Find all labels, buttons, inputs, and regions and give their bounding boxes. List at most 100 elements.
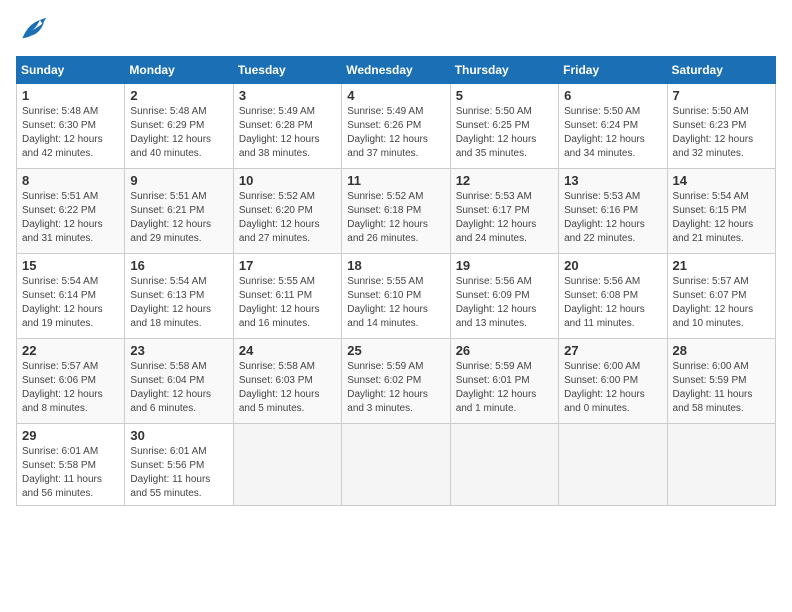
day-detail: Sunrise: 5:49 AMSunset: 6:28 PMDaylight:… — [239, 105, 336, 161]
calendar-cell: 2 Sunrise: 5:48 AMSunset: 6:29 PMDayligh… — [125, 84, 233, 169]
page-header — [16, 16, 776, 44]
calendar-cell: 30 Sunrise: 6:01 AMSunset: 5:56 PMDaylig… — [125, 424, 233, 506]
week-row-3: 15 Sunrise: 5:54 AMSunset: 6:14 PMDaylig… — [17, 254, 776, 339]
day-detail: Sunrise: 5:54 AMSunset: 6:15 PMDaylight:… — [673, 190, 770, 246]
day-number: 27 — [564, 343, 661, 358]
day-detail: Sunrise: 5:58 AMSunset: 6:03 PMDaylight:… — [239, 360, 336, 416]
day-detail: Sunrise: 5:59 AMSunset: 6:02 PMDaylight:… — [347, 360, 444, 416]
calendar-cell: 9 Sunrise: 5:51 AMSunset: 6:21 PMDayligh… — [125, 169, 233, 254]
calendar-cell: 18 Sunrise: 5:55 AMSunset: 6:10 PMDaylig… — [342, 254, 450, 339]
day-detail: Sunrise: 5:57 AMSunset: 6:07 PMDaylight:… — [673, 275, 770, 331]
calendar-cell: 27 Sunrise: 6:00 AMSunset: 6:00 PMDaylig… — [559, 339, 667, 424]
weekday-header-sunday: Sunday — [17, 57, 125, 84]
day-number: 30 — [130, 428, 227, 443]
day-number: 23 — [130, 343, 227, 358]
calendar-cell — [667, 424, 775, 506]
calendar-cell: 21 Sunrise: 5:57 AMSunset: 6:07 PMDaylig… — [667, 254, 775, 339]
week-row-1: 1 Sunrise: 5:48 AMSunset: 6:30 PMDayligh… — [17, 84, 776, 169]
day-detail: Sunrise: 5:49 AMSunset: 6:26 PMDaylight:… — [347, 105, 444, 161]
day-number: 22 — [22, 343, 119, 358]
calendar-cell: 25 Sunrise: 5:59 AMSunset: 6:02 PMDaylig… — [342, 339, 450, 424]
weekday-header-friday: Friday — [559, 57, 667, 84]
weekday-header-tuesday: Tuesday — [233, 57, 341, 84]
calendar-cell: 12 Sunrise: 5:53 AMSunset: 6:17 PMDaylig… — [450, 169, 558, 254]
calendar-cell: 7 Sunrise: 5:50 AMSunset: 6:23 PMDayligh… — [667, 84, 775, 169]
day-number: 2 — [130, 88, 227, 103]
day-detail: Sunrise: 5:59 AMSunset: 6:01 PMDaylight:… — [456, 360, 553, 416]
calendar-cell: 23 Sunrise: 5:58 AMSunset: 6:04 PMDaylig… — [125, 339, 233, 424]
calendar-cell: 24 Sunrise: 5:58 AMSunset: 6:03 PMDaylig… — [233, 339, 341, 424]
weekday-header-saturday: Saturday — [667, 57, 775, 84]
day-number: 18 — [347, 258, 444, 273]
day-detail: Sunrise: 5:50 AMSunset: 6:23 PMDaylight:… — [673, 105, 770, 161]
day-number: 7 — [673, 88, 770, 103]
day-number: 29 — [22, 428, 119, 443]
day-detail: Sunrise: 5:58 AMSunset: 6:04 PMDaylight:… — [130, 360, 227, 416]
weekday-header-monday: Monday — [125, 57, 233, 84]
calendar-cell: 3 Sunrise: 5:49 AMSunset: 6:28 PMDayligh… — [233, 84, 341, 169]
day-number: 12 — [456, 173, 553, 188]
day-number: 26 — [456, 343, 553, 358]
day-number: 19 — [456, 258, 553, 273]
day-detail: Sunrise: 5:57 AMSunset: 6:06 PMDaylight:… — [22, 360, 119, 416]
day-detail: Sunrise: 5:54 AMSunset: 6:14 PMDaylight:… — [22, 275, 119, 331]
day-number: 16 — [130, 258, 227, 273]
calendar-cell: 10 Sunrise: 5:52 AMSunset: 6:20 PMDaylig… — [233, 169, 341, 254]
calendar-cell: 8 Sunrise: 5:51 AMSunset: 6:22 PMDayligh… — [17, 169, 125, 254]
day-number: 1 — [22, 88, 119, 103]
calendar-cell: 17 Sunrise: 5:55 AMSunset: 6:11 PMDaylig… — [233, 254, 341, 339]
weekday-header-thursday: Thursday — [450, 57, 558, 84]
logo-icon — [16, 16, 48, 44]
day-number: 9 — [130, 173, 227, 188]
day-number: 14 — [673, 173, 770, 188]
calendar-cell: 5 Sunrise: 5:50 AMSunset: 6:25 PMDayligh… — [450, 84, 558, 169]
day-detail: Sunrise: 5:52 AMSunset: 6:20 PMDaylight:… — [239, 190, 336, 246]
day-number: 15 — [22, 258, 119, 273]
week-row-4: 22 Sunrise: 5:57 AMSunset: 6:06 PMDaylig… — [17, 339, 776, 424]
calendar-cell — [342, 424, 450, 506]
day-number: 10 — [239, 173, 336, 188]
day-number: 17 — [239, 258, 336, 273]
week-row-2: 8 Sunrise: 5:51 AMSunset: 6:22 PMDayligh… — [17, 169, 776, 254]
calendar-cell — [559, 424, 667, 506]
day-number: 5 — [456, 88, 553, 103]
calendar-cell: 14 Sunrise: 5:54 AMSunset: 6:15 PMDaylig… — [667, 169, 775, 254]
day-number: 3 — [239, 88, 336, 103]
calendar-cell — [233, 424, 341, 506]
calendar-cell: 4 Sunrise: 5:49 AMSunset: 6:26 PMDayligh… — [342, 84, 450, 169]
day-detail: Sunrise: 6:01 AMSunset: 5:56 PMDaylight:… — [130, 445, 227, 501]
day-detail: Sunrise: 5:51 AMSunset: 6:21 PMDaylight:… — [130, 190, 227, 246]
calendar-cell: 6 Sunrise: 5:50 AMSunset: 6:24 PMDayligh… — [559, 84, 667, 169]
day-number: 28 — [673, 343, 770, 358]
calendar-cell: 29 Sunrise: 6:01 AMSunset: 5:58 PMDaylig… — [17, 424, 125, 506]
calendar-cell: 19 Sunrise: 5:56 AMSunset: 6:09 PMDaylig… — [450, 254, 558, 339]
day-detail: Sunrise: 5:55 AMSunset: 6:11 PMDaylight:… — [239, 275, 336, 331]
day-detail: Sunrise: 5:53 AMSunset: 6:16 PMDaylight:… — [564, 190, 661, 246]
calendar-cell: 26 Sunrise: 5:59 AMSunset: 6:01 PMDaylig… — [450, 339, 558, 424]
day-detail: Sunrise: 5:50 AMSunset: 6:25 PMDaylight:… — [456, 105, 553, 161]
calendar-cell: 1 Sunrise: 5:48 AMSunset: 6:30 PMDayligh… — [17, 84, 125, 169]
calendar-cell: 20 Sunrise: 5:56 AMSunset: 6:08 PMDaylig… — [559, 254, 667, 339]
day-number: 4 — [347, 88, 444, 103]
calendar-cell: 28 Sunrise: 6:00 AMSunset: 5:59 PMDaylig… — [667, 339, 775, 424]
day-detail: Sunrise: 5:51 AMSunset: 6:22 PMDaylight:… — [22, 190, 119, 246]
day-number: 20 — [564, 258, 661, 273]
day-number: 13 — [564, 173, 661, 188]
weekday-header-row: SundayMondayTuesdayWednesdayThursdayFrid… — [17, 57, 776, 84]
calendar-cell — [450, 424, 558, 506]
calendar-table: SundayMondayTuesdayWednesdayThursdayFrid… — [16, 56, 776, 506]
day-number: 21 — [673, 258, 770, 273]
day-detail: Sunrise: 6:01 AMSunset: 5:58 PMDaylight:… — [22, 445, 119, 501]
day-detail: Sunrise: 5:53 AMSunset: 6:17 PMDaylight:… — [456, 190, 553, 246]
day-detail: Sunrise: 5:48 AMSunset: 6:29 PMDaylight:… — [130, 105, 227, 161]
day-detail: Sunrise: 5:50 AMSunset: 6:24 PMDaylight:… — [564, 105, 661, 161]
calendar-cell: 22 Sunrise: 5:57 AMSunset: 6:06 PMDaylig… — [17, 339, 125, 424]
day-detail: Sunrise: 5:55 AMSunset: 6:10 PMDaylight:… — [347, 275, 444, 331]
week-row-5: 29 Sunrise: 6:01 AMSunset: 5:58 PMDaylig… — [17, 424, 776, 506]
day-detail: Sunrise: 5:54 AMSunset: 6:13 PMDaylight:… — [130, 275, 227, 331]
day-number: 25 — [347, 343, 444, 358]
day-detail: Sunrise: 5:56 AMSunset: 6:09 PMDaylight:… — [456, 275, 553, 331]
weekday-header-wednesday: Wednesday — [342, 57, 450, 84]
day-number: 24 — [239, 343, 336, 358]
calendar-cell: 13 Sunrise: 5:53 AMSunset: 6:16 PMDaylig… — [559, 169, 667, 254]
